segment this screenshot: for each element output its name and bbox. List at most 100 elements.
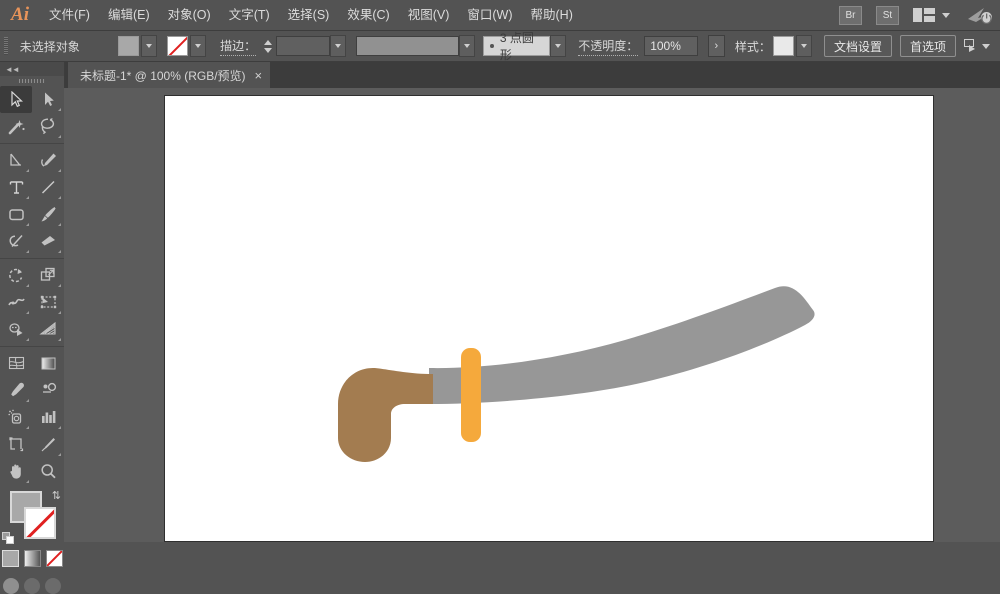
tool-blend[interactable] [32, 377, 64, 404]
arrange-chevron-down-icon[interactable] [982, 44, 990, 49]
stroke-swatch-dropdown[interactable] [190, 35, 206, 57]
color-mode-buttons [0, 550, 64, 567]
tool-eyedropper[interactable] [0, 377, 32, 404]
screen-mode-full-menu[interactable] [24, 578, 40, 594]
chevron-down-icon[interactable] [942, 13, 950, 18]
tool-artboard[interactable] [0, 431, 32, 458]
tool-pen[interactable] [0, 147, 32, 174]
menu-bar: Ai 文件(F) 编辑(E) 对象(O) 文字(T) 选择(S) 效果(C) 视… [0, 0, 1000, 31]
tools-panel-grip[interactable] [0, 76, 64, 86]
tool-lasso[interactable] [32, 113, 64, 140]
fill-stroke-controls: ⇅ [0, 489, 64, 547]
menu-edit[interactable]: 编辑(E) [99, 0, 159, 30]
stock-button[interactable]: St [876, 6, 899, 25]
tools-divider-2 [0, 258, 64, 259]
artboard[interactable] [164, 95, 934, 542]
creative-cloud-icon[interactable] [966, 5, 994, 25]
workspace-layout-icon[interactable] [913, 8, 935, 22]
document-tab[interactable]: 未标题-1* @ 100% (RGB/预览) × [68, 62, 270, 88]
tool-shape-builder[interactable] [0, 316, 32, 343]
screen-mode-buttons [0, 573, 64, 594]
tools-panel-collapse[interactable]: ◄◄ [0, 62, 64, 76]
tool-curvature[interactable] [32, 147, 64, 174]
default-fill-stroke-icon[interactable] [2, 532, 15, 545]
menu-window[interactable]: 窗口(W) [458, 0, 521, 30]
tool-mesh[interactable] [0, 350, 32, 377]
stroke-color-box[interactable] [24, 507, 56, 539]
tool-zoom[interactable] [32, 458, 64, 485]
brush-profile-label: 3 点圆形 [500, 29, 543, 63]
handle-shape [338, 368, 433, 462]
stroke-color-swatch[interactable] [167, 36, 188, 56]
mode-gradient[interactable] [24, 550, 41, 567]
close-icon[interactable]: × [255, 69, 263, 82]
tool-rectangle[interactable] [0, 201, 32, 228]
tool-gradient[interactable] [32, 350, 64, 377]
app-logo: Ai [0, 0, 40, 30]
tool-direct-selection[interactable] [32, 86, 64, 113]
menu-select[interactable]: 选择(S) [279, 0, 339, 30]
tool-scale[interactable] [32, 262, 64, 289]
opacity-label: 不透明度： [578, 37, 638, 56]
tools-divider-3 [0, 346, 64, 347]
tool-magic-wand[interactable] [0, 113, 32, 140]
tool-eraser[interactable] [32, 228, 64, 255]
brush-dot-icon [490, 44, 494, 48]
brush-profile-selector[interactable]: 3 点圆形 [483, 36, 550, 56]
tool-symbol-sprayer[interactable] [0, 404, 32, 431]
menu-object[interactable]: 对象(O) [159, 0, 220, 30]
brush-profile-dropdown[interactable] [550, 35, 566, 57]
menu-view[interactable]: 视图(V) [399, 0, 459, 30]
style-label: 样式： [735, 38, 771, 55]
arrange-documents-icon[interactable] [964, 39, 980, 53]
menu-type[interactable]: 文字(T) [220, 0, 279, 30]
stroke-weight-stepper[interactable] [262, 36, 274, 56]
graphic-style-dropdown[interactable] [796, 35, 812, 57]
document-tab-title: 未标题-1* @ 100% (RGB/预览) [80, 67, 246, 84]
control-bar-grip[interactable] [4, 37, 8, 55]
tool-rotate[interactable] [0, 262, 32, 289]
selection-status-label: 未选择对象 [14, 38, 118, 55]
knife-illustration[interactable] [165, 96, 933, 541]
tool-line-segment[interactable] [32, 174, 64, 201]
stroke-weight-dropdown[interactable] [330, 35, 346, 57]
illustrator-window: Ai 文件(F) 编辑(E) 对象(O) 文字(T) 选择(S) 效果(C) 视… [0, 0, 1000, 542]
tools-grid [0, 86, 64, 485]
stroke-weight-field[interactable] [276, 36, 330, 56]
tool-slice[interactable] [32, 431, 64, 458]
graphic-style-swatch[interactable] [773, 36, 794, 56]
fill-color-swatch[interactable] [118, 36, 139, 56]
blade-shape [429, 286, 815, 404]
screen-mode-full[interactable] [45, 578, 61, 594]
swap-fill-stroke-icon[interactable]: ⇅ [52, 489, 61, 502]
canvas-area[interactable] [64, 88, 1000, 542]
tool-width[interactable] [0, 289, 32, 316]
mode-none[interactable] [46, 550, 63, 567]
menu-effect[interactable]: 效果(C) [338, 0, 398, 30]
screen-mode-normal[interactable] [3, 578, 19, 594]
tool-free-transform[interactable] [32, 289, 64, 316]
control-bar: 未选择对象 描边： 3 点圆形 不透明度： 100% › 样式： 文档设置 首选… [0, 31, 1000, 62]
preferences-button[interactable]: 首选项 [900, 35, 956, 57]
fill-swatch-dropdown[interactable] [141, 35, 157, 57]
bridge-button[interactable]: Br [839, 6, 862, 25]
menu-help[interactable]: 帮助(H) [522, 0, 582, 30]
menu-file[interactable]: 文件(F) [40, 0, 99, 30]
tool-perspective-grid[interactable] [32, 316, 64, 343]
guard-shape [461, 348, 481, 442]
tool-paintbrush[interactable] [32, 201, 64, 228]
tool-selection[interactable] [0, 86, 32, 113]
opacity-more-options-icon[interactable]: › [708, 35, 725, 57]
stroke-weight-label: 描边： [220, 37, 256, 56]
menu-bar-right-tools: Br St [839, 0, 1000, 30]
stroke-variable-width-field[interactable] [356, 36, 459, 56]
tool-hand[interactable] [0, 458, 32, 485]
variable-width-dropdown[interactable] [459, 35, 475, 57]
document-setup-button[interactable]: 文档设置 [824, 35, 892, 57]
tools-panel: ◄◄ [0, 62, 65, 542]
tool-column-graph[interactable] [32, 404, 64, 431]
tool-shaper[interactable] [0, 228, 32, 255]
opacity-field[interactable]: 100% [644, 36, 698, 56]
tool-type[interactable] [0, 174, 32, 201]
mode-color[interactable] [2, 550, 19, 567]
